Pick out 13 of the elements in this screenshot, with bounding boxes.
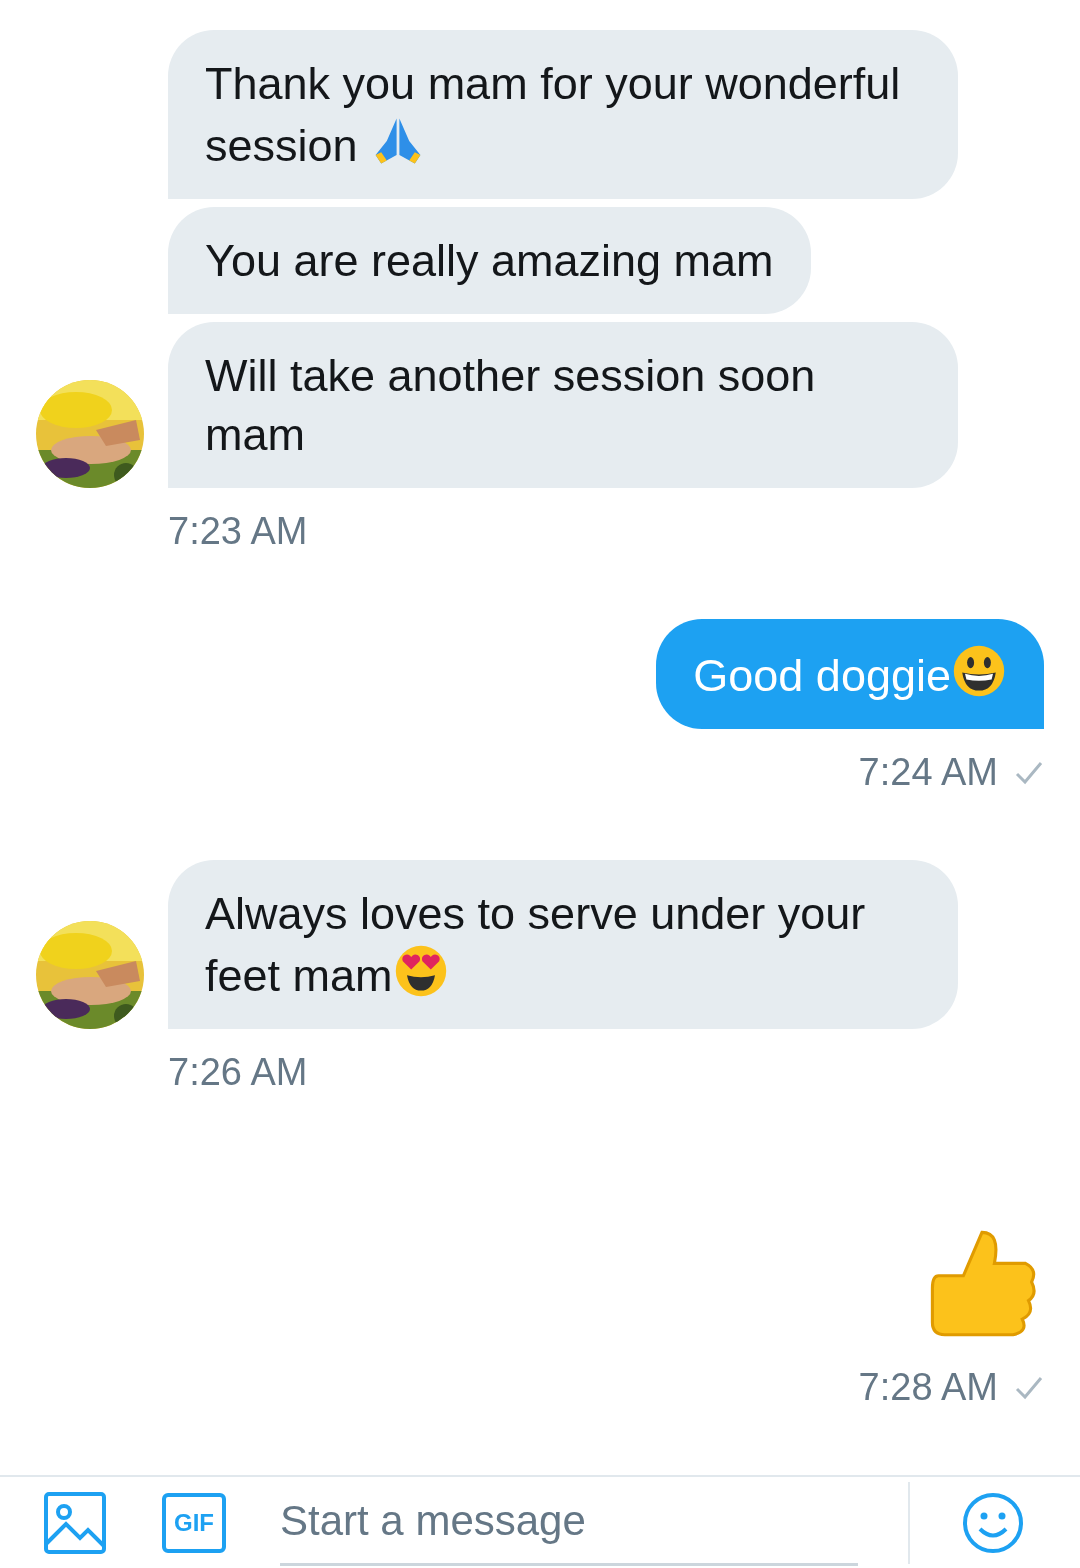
message-bubble: Good doggie [656, 619, 1044, 729]
message-bubble: Thank you mam for your wonderful session [168, 30, 958, 199]
message-bubble: Will take another session soon mam [168, 322, 958, 488]
message-bubble: Always loves to serve under your feet mam [168, 860, 958, 1029]
message-time: 7:23 AM [168, 510, 308, 553]
smiley-icon[interactable] [962, 1491, 1024, 1554]
gif-button[interactable]: GIF [162, 1492, 226, 1553]
image-icon[interactable] [44, 1491, 106, 1554]
grinning-face-icon [951, 643, 1007, 699]
message-bubble: You are really amazing mam [168, 207, 811, 314]
message-time: 7:26 AM [168, 1051, 308, 1094]
message-time: 7:28 AM [858, 1366, 998, 1409]
message-time: 7:24 AM [858, 751, 998, 794]
